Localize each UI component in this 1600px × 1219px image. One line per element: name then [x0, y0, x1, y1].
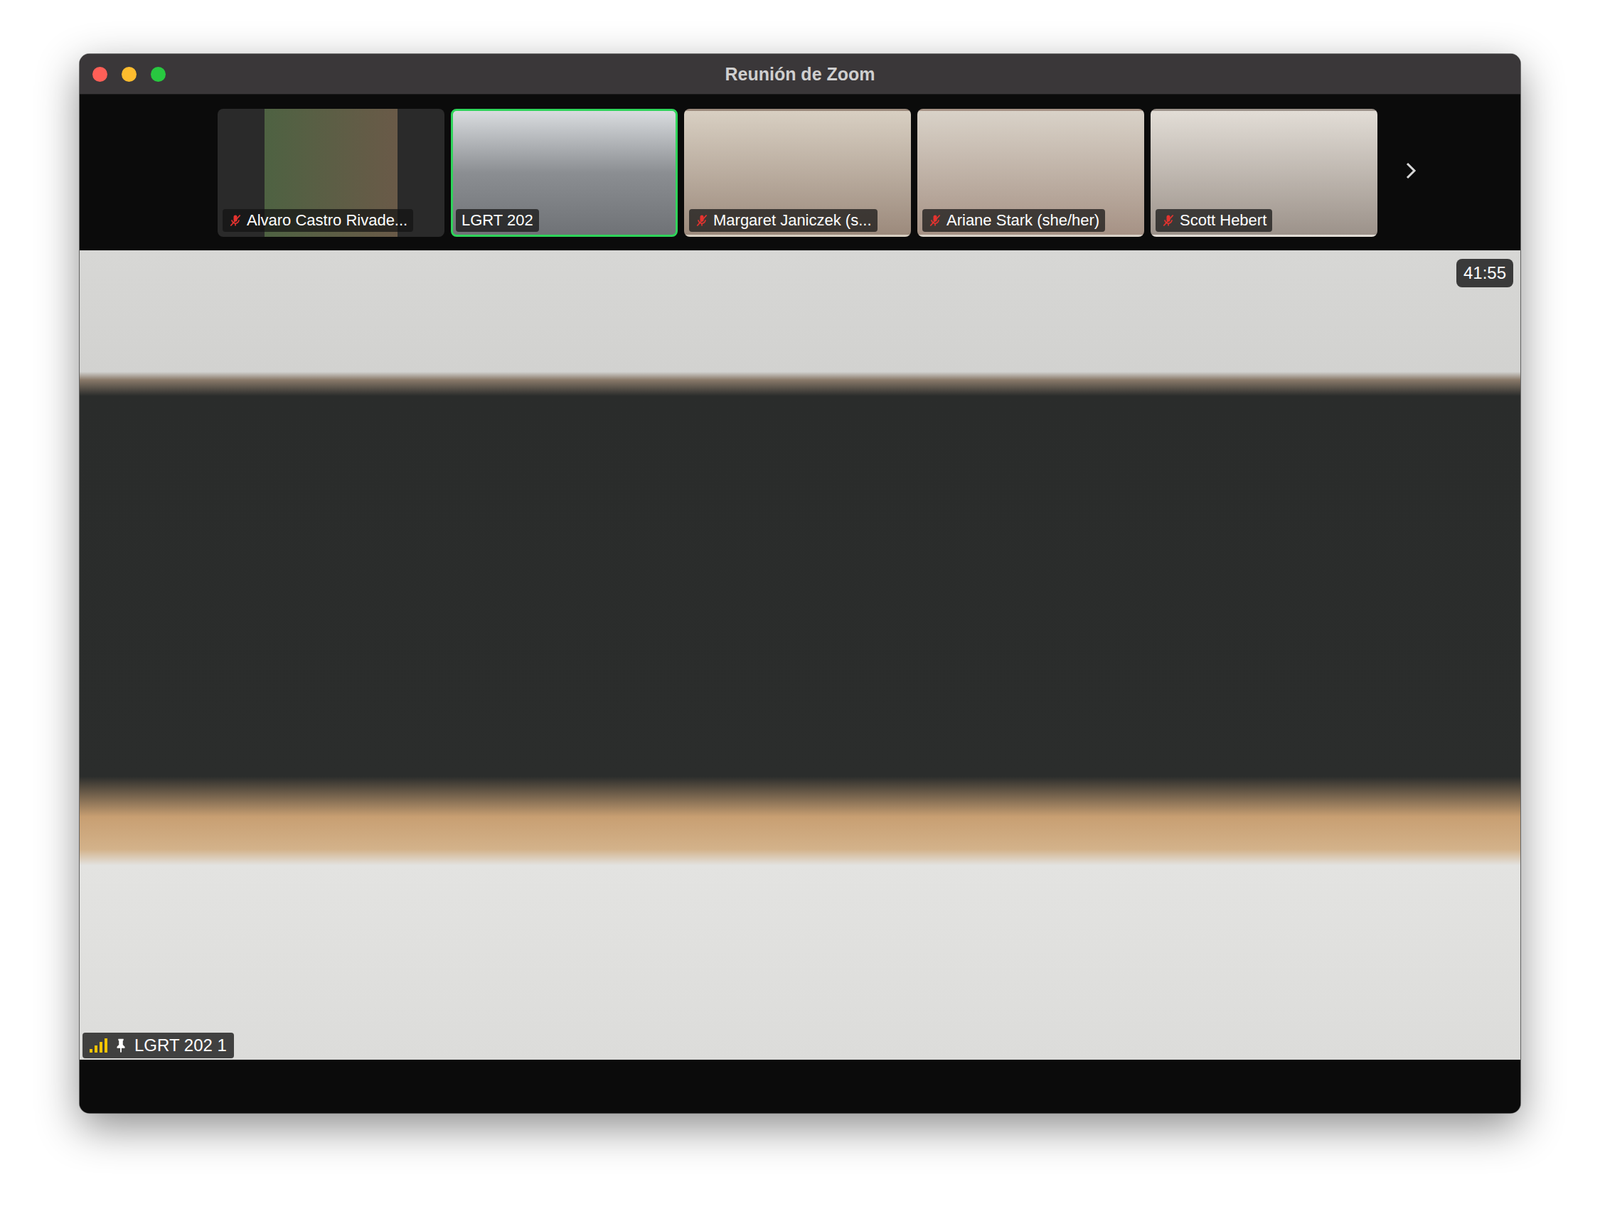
- video-frame: [79, 250, 1521, 1060]
- participant-tile[interactable]: LGRT 202: [450, 108, 678, 237]
- minimize-button[interactable]: [121, 66, 137, 82]
- participant-tile[interactable]: Margaret Janiczek (s...: [684, 108, 911, 237]
- main-video: 41:55 LGRT 202 1: [79, 250, 1521, 1060]
- signal-icon: [89, 1038, 108, 1053]
- participant-name: Scott Hebert: [1155, 209, 1273, 232]
- title-bar: Reunión de Zoom: [79, 54, 1521, 95]
- participant-tile[interactable]: Scott Hebert: [1150, 108, 1378, 237]
- participant-name: Ariane Stark (she/her): [922, 209, 1106, 232]
- participant-name: Alvaro Castro Rivade...: [222, 209, 414, 232]
- muted-mic-icon: [694, 213, 709, 228]
- next-page-icon[interactable]: [1400, 160, 1422, 182]
- muted-mic-icon: [928, 213, 943, 228]
- participant-name: Margaret Janiczek (s...: [689, 209, 878, 232]
- window-controls: [79, 66, 725, 82]
- desktop: Reunión de Zoom Alvaro Castro Rivade... …: [0, 0, 1600, 1219]
- participant-tile[interactable]: Ariane Stark (she/her): [917, 108, 1145, 237]
- muted-mic-icon: [1161, 213, 1176, 228]
- zoom-button[interactable]: [150, 66, 166, 82]
- participant-name: LGRT 202: [455, 209, 540, 232]
- pin-icon[interactable]: [113, 1037, 129, 1054]
- toolbar-area: [79, 1059, 1521, 1113]
- main-video-label: LGRT 202 1: [82, 1032, 234, 1059]
- meeting-timer: 41:55: [1456, 258, 1514, 288]
- participant-strip: Alvaro Castro Rivade... LGRT 202 Margare…: [79, 94, 1521, 251]
- zoom-window: Reunión de Zoom Alvaro Castro Rivade... …: [79, 54, 1521, 1113]
- window-title: Reunión de Zoom: [724, 64, 875, 85]
- close-button[interactable]: [92, 66, 108, 82]
- muted-mic-icon: [228, 213, 243, 228]
- participant-tile[interactable]: Alvaro Castro Rivade...: [217, 108, 445, 237]
